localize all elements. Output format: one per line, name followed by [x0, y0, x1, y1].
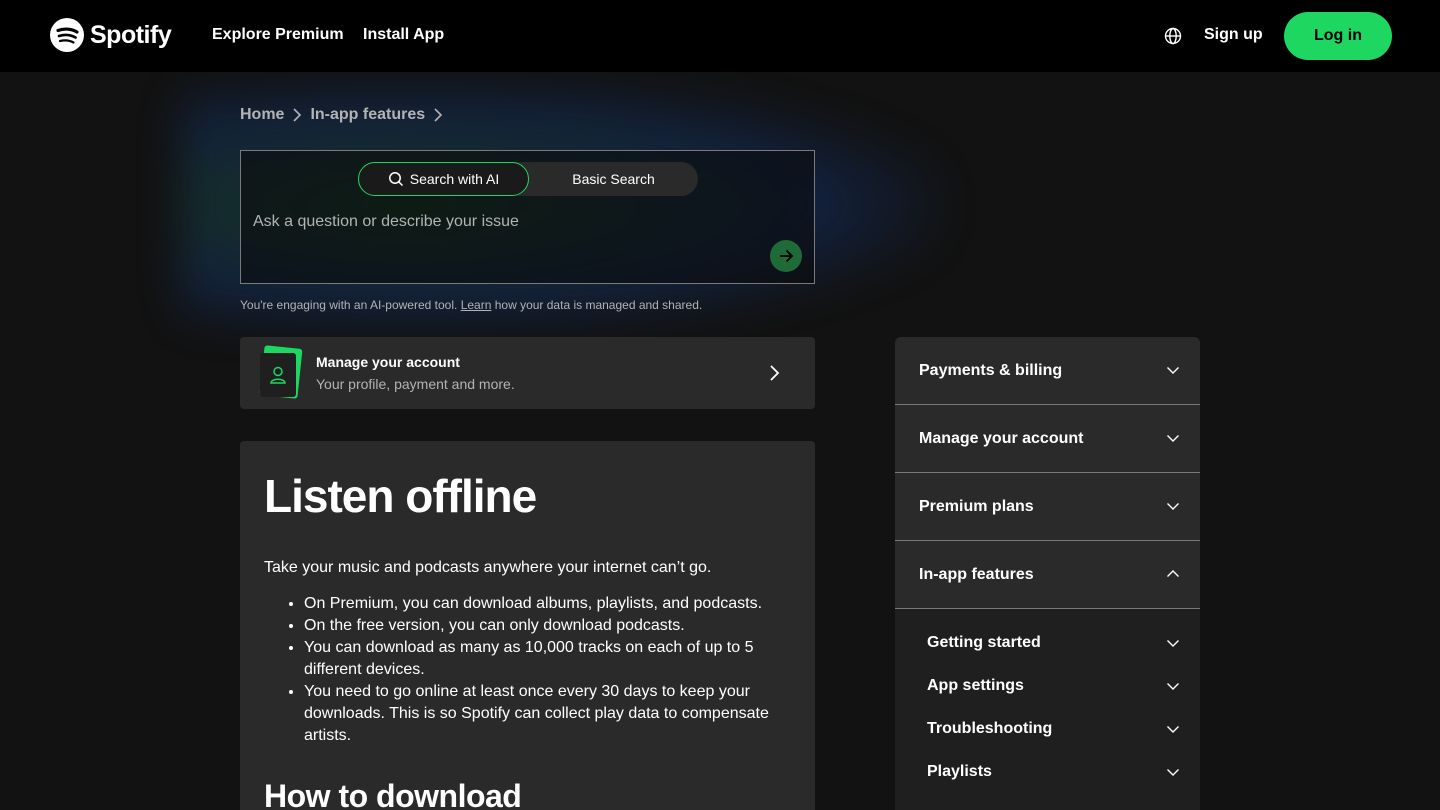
tab-basic-search[interactable]: Basic Search: [529, 162, 698, 196]
search-mode-toggle: Search with AI Basic Search: [358, 162, 698, 196]
chevron-down-icon: [1167, 503, 1179, 510]
sidebar-subitem-getting-started[interactable]: Getting started: [895, 621, 1200, 664]
article-title: Listen offline: [264, 470, 537, 522]
sidebar-item-payments-billing[interactable]: Payments & billing: [895, 337, 1200, 405]
sidebar-subitem-label: Troubleshooting: [927, 719, 1053, 737]
chevron-right-icon: [770, 365, 780, 381]
chevron-right-icon: [284, 107, 310, 123]
chevron-up-icon: [1167, 570, 1179, 577]
chevron-down-icon: [1167, 367, 1179, 374]
help-categories-sidebar: Payments & billing Manage your account P…: [895, 337, 1200, 810]
sidebar-subitem-playlists[interactable]: Playlists: [895, 750, 1200, 793]
ai-disclaimer: You're engaging with an AI-powered tool.…: [240, 298, 702, 312]
sidebar-item-label: In-app features: [919, 565, 1034, 583]
signup-link[interactable]: Sign up: [1204, 26, 1263, 44]
tab-search-with-ai-label: Search with AI: [409, 171, 500, 187]
spotify-logo-icon: [50, 18, 84, 52]
sidebar-item-premium-plans[interactable]: Premium plans: [895, 473, 1200, 541]
tab-search-with-ai[interactable]: Search with AI: [358, 162, 529, 196]
breadcrumb-in-app-features[interactable]: In-app features: [310, 106, 425, 124]
search-input[interactable]: [253, 213, 753, 231]
breadcrumb-home[interactable]: Home: [240, 106, 284, 124]
sidebar-subitem-label: Playlists: [927, 762, 992, 780]
sidebar-subitem-app-settings[interactable]: App settings: [895, 664, 1200, 707]
sidebar-item-label: Payments & billing: [919, 361, 1063, 379]
chevron-down-icon: [1167, 435, 1179, 442]
login-button[interactable]: Log in: [1284, 12, 1392, 60]
nav-explore-premium[interactable]: Explore Premium: [212, 26, 344, 44]
disclaimer-text-end: how your data is managed and shared.: [494, 298, 703, 312]
article-bullet-list: On Premium, you can download albums, pla…: [304, 593, 794, 747]
search-icon: [388, 172, 403, 187]
list-item: You can download as many as 10,000 track…: [304, 637, 794, 681]
nav-install-app[interactable]: Install App: [363, 26, 444, 44]
chevron-down-icon: [1167, 726, 1179, 733]
manage-account-card[interactable]: Manage your account Your profile, paymen…: [240, 337, 815, 409]
sidebar-subitem-label: Getting started: [927, 633, 1041, 651]
sidebar-item-in-app-features[interactable]: In-app features: [895, 541, 1200, 609]
article-card: Listen offline Take your music and podca…: [240, 441, 815, 810]
spotify-logo[interactable]: Spotify: [50, 18, 172, 52]
top-navigation-bar: Spotify Explore Premium Install App Sign…: [0, 0, 1440, 72]
list-item: You need to go online at least once ever…: [304, 681, 794, 747]
account-card-icon: [259, 345, 303, 399]
chevron-down-icon: [1167, 683, 1179, 690]
list-item: On Premium, you can download albums, pla…: [304, 593, 794, 615]
learn-link[interactable]: Learn: [461, 298, 492, 312]
user-icon: [270, 366, 286, 384]
chevron-right-icon: [425, 107, 451, 123]
globe-icon[interactable]: [1164, 27, 1182, 45]
sidebar-subitem-troubleshooting[interactable]: Troubleshooting: [895, 707, 1200, 750]
sidebar-item-manage-account[interactable]: Manage your account: [895, 405, 1200, 473]
list-item: On the free version, you can only downlo…: [304, 615, 794, 637]
sidebar-item-label: Premium plans: [919, 497, 1034, 515]
breadcrumb: Home In-app features: [240, 106, 451, 124]
section-heading: How to download: [264, 778, 522, 810]
chevron-down-icon: [1167, 640, 1179, 647]
chevron-down-icon: [1167, 769, 1179, 776]
brand-name: Spotify: [90, 20, 172, 49]
account-card-title: Manage your account: [316, 354, 460, 370]
submit-button[interactable]: [770, 240, 802, 272]
account-card-subtitle: Your profile, payment and more.: [316, 376, 515, 392]
sidebar-item-label: Manage your account: [919, 429, 1084, 447]
search-box: Search with AI Basic Search: [240, 150, 815, 284]
disclaimer-text: You're engaging with an AI-powered tool.: [240, 298, 458, 312]
sidebar-subitem-label: App settings: [927, 676, 1024, 694]
arrow-right-icon: [780, 249, 794, 263]
article-lead: Take your music and podcasts anywhere yo…: [264, 559, 712, 576]
in-app-features-sublist: Getting started App settings Troubleshoo…: [895, 609, 1200, 793]
